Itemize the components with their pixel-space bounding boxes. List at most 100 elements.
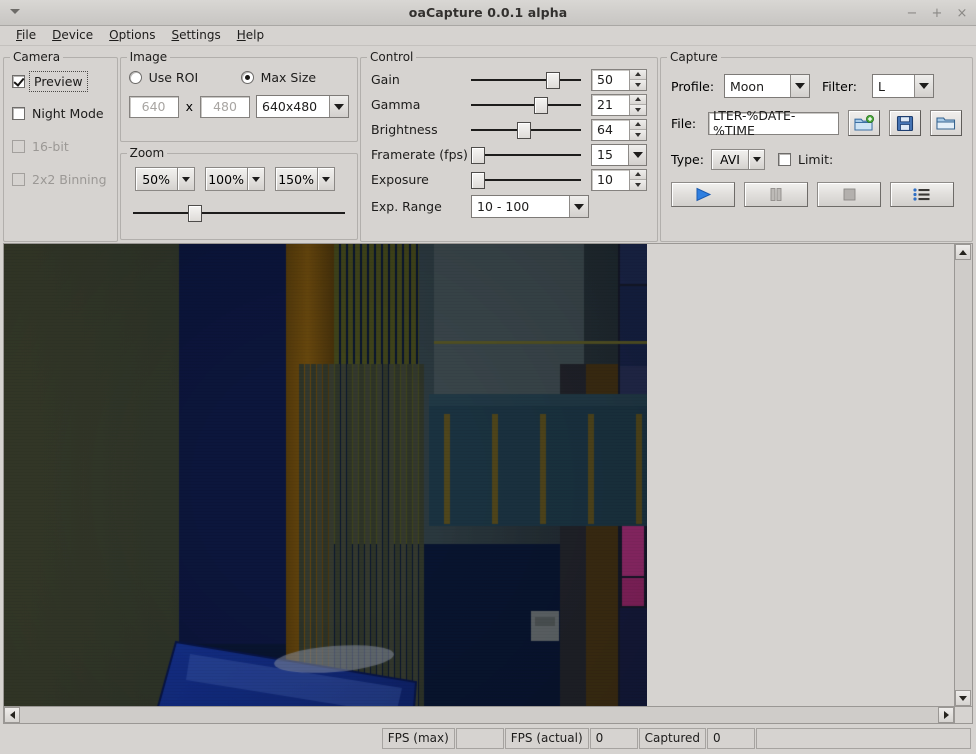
zoom-100-label[interactable]: 100% bbox=[205, 167, 248, 191]
sixteen-bit-label: 16-bit bbox=[32, 139, 69, 154]
capture-panel: Capture Profile: Moon Filter: L File: bbox=[660, 50, 973, 242]
checkbox-2x2-binning: 2x2 Binning bbox=[12, 172, 109, 187]
exposure-slider-handle[interactable] bbox=[471, 172, 485, 189]
filter-chevron-down-icon[interactable] bbox=[914, 75, 933, 97]
radio-max-size[interactable]: Max Size bbox=[241, 70, 316, 85]
framerate-slider[interactable] bbox=[471, 144, 581, 166]
vscroll-trough[interactable] bbox=[955, 260, 972, 690]
zoom-button-150[interactable]: 150% bbox=[275, 167, 335, 191]
max-size-radio-circle[interactable] bbox=[241, 71, 254, 84]
menu-options[interactable]: Options bbox=[101, 27, 163, 44]
open-folder-icon[interactable] bbox=[930, 110, 962, 136]
camera-panel-title: Camera bbox=[10, 50, 63, 64]
minimize-button[interactable]: − bbox=[906, 7, 918, 20]
gain-slider-handle[interactable] bbox=[546, 72, 560, 89]
gain-value[interactable]: 50 bbox=[592, 70, 629, 90]
exp-range-combo[interactable]: 10 - 100 bbox=[471, 195, 589, 218]
preview-horizontal-scrollbar[interactable] bbox=[3, 707, 955, 724]
menu-help[interactable]: Help bbox=[229, 27, 272, 44]
new-folder-icon[interactable] bbox=[848, 110, 880, 136]
framerate-chevron-down-icon[interactable] bbox=[628, 145, 646, 165]
play-icon[interactable] bbox=[671, 182, 735, 207]
zoom-slider-handle[interactable] bbox=[188, 205, 202, 222]
profile-combo[interactable]: Moon bbox=[724, 74, 810, 98]
roi-width-input[interactable]: 640 bbox=[129, 96, 179, 118]
roi-height-input[interactable]: 480 bbox=[200, 96, 250, 118]
scroll-left-arrow-icon[interactable] bbox=[4, 707, 20, 723]
framerate-combo[interactable]: 15 bbox=[591, 144, 647, 166]
exp-range-chevron-down-icon[interactable] bbox=[569, 196, 588, 217]
list-icon[interactable] bbox=[890, 182, 954, 207]
gamma-spinbox[interactable]: 21 bbox=[591, 94, 647, 116]
gamma-increment-icon[interactable] bbox=[630, 95, 646, 105]
menu-device[interactable]: Device bbox=[44, 27, 101, 44]
limit-checkbox-box[interactable] bbox=[778, 153, 791, 166]
zoom-slider[interactable] bbox=[133, 202, 345, 224]
checkbox-preview[interactable]: Preview bbox=[12, 74, 109, 89]
brightness-decrement-icon[interactable] bbox=[630, 129, 646, 140]
control-panels-row: Camera Preview Night Mode 16-bit 2x2 Bin… bbox=[0, 46, 976, 242]
zoom-button-100[interactable]: 100% bbox=[205, 167, 265, 191]
scroll-down-arrow-icon[interactable] bbox=[955, 690, 971, 706]
gamma-decrement-icon[interactable] bbox=[630, 104, 646, 115]
night-mode-checkbox-box[interactable] bbox=[12, 107, 25, 120]
pause-icon[interactable] bbox=[744, 182, 808, 207]
exp-range-label: Exp. Range bbox=[371, 199, 471, 214]
brightness-slider-handle[interactable] bbox=[517, 122, 531, 139]
brightness-label: Brightness bbox=[371, 122, 471, 137]
stop-icon[interactable] bbox=[817, 182, 881, 207]
zoom-button-50[interactable]: 50% bbox=[135, 167, 195, 191]
gamma-value[interactable]: 21 bbox=[592, 95, 629, 115]
gain-spinbox[interactable]: 50 bbox=[591, 69, 647, 91]
exposure-value[interactable]: 10 bbox=[592, 170, 629, 190]
brightness-value[interactable]: 64 bbox=[592, 120, 629, 140]
zoom-50-dropdown-icon[interactable] bbox=[178, 167, 195, 191]
checkbox-night-mode[interactable]: Night Mode bbox=[12, 106, 109, 121]
gamma-slider-handle[interactable] bbox=[534, 97, 548, 114]
fps-actual-value: 0 bbox=[590, 728, 638, 749]
preview-vertical-scrollbar[interactable] bbox=[955, 243, 973, 707]
zoom-50-label[interactable]: 50% bbox=[135, 167, 178, 191]
gain-slider[interactable] bbox=[471, 69, 581, 91]
video-canvas[interactable] bbox=[3, 243, 955, 707]
brightness-slider[interactable] bbox=[471, 119, 581, 141]
exposure-increment-icon[interactable] bbox=[630, 170, 646, 180]
preview-checkbox-box[interactable] bbox=[12, 75, 25, 88]
gamma-slider[interactable] bbox=[471, 94, 581, 116]
profile-value: Moon bbox=[725, 79, 790, 94]
radio-use-roi[interactable]: Use ROI bbox=[129, 70, 241, 85]
profile-chevron-down-icon[interactable] bbox=[790, 75, 809, 97]
zoom-150-dropdown-icon[interactable] bbox=[318, 167, 335, 191]
binning-label: 2x2 Binning bbox=[32, 172, 107, 187]
image-size-combo[interactable]: 640x480 bbox=[256, 95, 349, 118]
menu-settings[interactable]: Settings bbox=[163, 27, 228, 44]
brightness-spinbox[interactable]: 64 bbox=[591, 119, 647, 141]
zoom-100-dropdown-icon[interactable] bbox=[248, 167, 265, 191]
exposure-spinbox[interactable]: 10 bbox=[591, 169, 647, 191]
use-roi-radio-circle[interactable] bbox=[129, 71, 142, 84]
maximize-button[interactable]: + bbox=[931, 7, 943, 20]
gain-decrement-icon[interactable] bbox=[630, 79, 646, 90]
exposure-slider[interactable] bbox=[471, 169, 581, 191]
exposure-decrement-icon[interactable] bbox=[630, 179, 646, 190]
type-chevron-down-icon[interactable] bbox=[749, 149, 765, 170]
hscroll-trough[interactable] bbox=[20, 707, 938, 723]
type-combo[interactable]: AVI bbox=[711, 149, 765, 170]
brightness-increment-icon[interactable] bbox=[630, 120, 646, 130]
type-value[interactable]: AVI bbox=[711, 149, 749, 170]
image-panel-title: Image bbox=[127, 50, 171, 64]
scroll-up-arrow-icon[interactable] bbox=[955, 244, 971, 260]
chevron-down-icon[interactable] bbox=[329, 96, 348, 117]
save-disk-icon[interactable] bbox=[889, 110, 921, 136]
zoom-150-label[interactable]: 150% bbox=[275, 167, 318, 191]
menu-file[interactable]: File bbox=[8, 27, 44, 44]
window-menu-icon[interactable] bbox=[10, 9, 20, 14]
image-size-combo-value: 640x480 bbox=[257, 99, 329, 114]
file-name-input[interactable]: LTER-%DATE-%TIME bbox=[708, 112, 839, 135]
zoom-slider-track bbox=[133, 212, 345, 214]
scroll-right-arrow-icon[interactable] bbox=[938, 707, 954, 723]
framerate-slider-handle[interactable] bbox=[471, 147, 485, 164]
filter-combo[interactable]: L bbox=[872, 74, 934, 98]
close-button[interactable]: × bbox=[956, 7, 968, 20]
gain-increment-icon[interactable] bbox=[630, 70, 646, 80]
